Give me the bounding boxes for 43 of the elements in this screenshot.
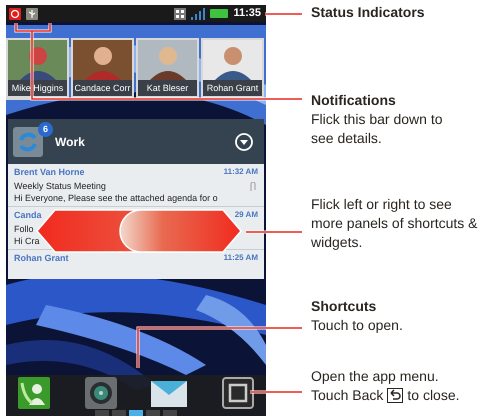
message-subject: Weekly Status Meeting [14,180,107,192]
message-time: 11:25 AM [224,252,258,264]
callout-text: Open the app menu. [311,367,440,386]
app-menu-icon[interactable] [222,377,254,409]
phone-contacts-icon[interactable] [18,377,50,409]
sender-name: Rohan Grant [14,252,69,265]
camera-icon[interactable] [84,377,117,409]
widget-title: Work [55,134,86,150]
message-time: 29 AM [234,209,258,221]
callout-text: Touch Back [311,386,384,405]
callout-text: Flick this bar down to see details. [311,110,444,148]
callout-title: Shortcuts [311,297,378,316]
message-subject: Follo [14,222,35,234]
callout-text: Flick left or right to see more panels of shortcuts & widgets. [311,195,479,252]
contact-card[interactable]: Kat Bleser [136,38,199,100]
network-icon [174,8,186,20]
leader-line [250,390,302,394]
dropdown-icon[interactable] [235,132,253,150]
contact-card[interactable]: Mike Higgins [6,38,69,100]
message-time: 11:32 AM [224,166,258,178]
contact-name: Kat Bleser [138,80,197,96]
status-time: 11:35 [233,6,261,22]
contact-name: Rohan Grant [203,80,262,96]
callout-text: Touch to open. [311,316,404,335]
signal-icon [191,8,206,20]
message-preview: Hi Cra [14,234,41,246]
message-preview: Hi Everyone, Please see the attached agenda for o [14,192,219,204]
contact-card[interactable]: Rohan Grant [201,38,264,100]
email-notification-icon[interactable] [9,8,21,20]
contact-name: Mike Higgins [8,80,67,96]
contact-name: Candace Corr [73,80,132,96]
count-badge: 6 [38,122,53,137]
leader-line [265,12,302,16]
usb-icon[interactable] [26,8,38,20]
callout-title: Status Indicators [311,3,426,22]
contact-card[interactable]: Candace Corr [71,38,134,100]
back-key-icon [387,388,404,403]
battery-icon [210,9,228,18]
leader-line [246,230,302,234]
callout-title: Notifications [311,91,397,110]
sender-name: Brent Van Horne [14,166,85,179]
callout-text: to close. [407,386,460,405]
sender-name: Canda [14,209,42,222]
